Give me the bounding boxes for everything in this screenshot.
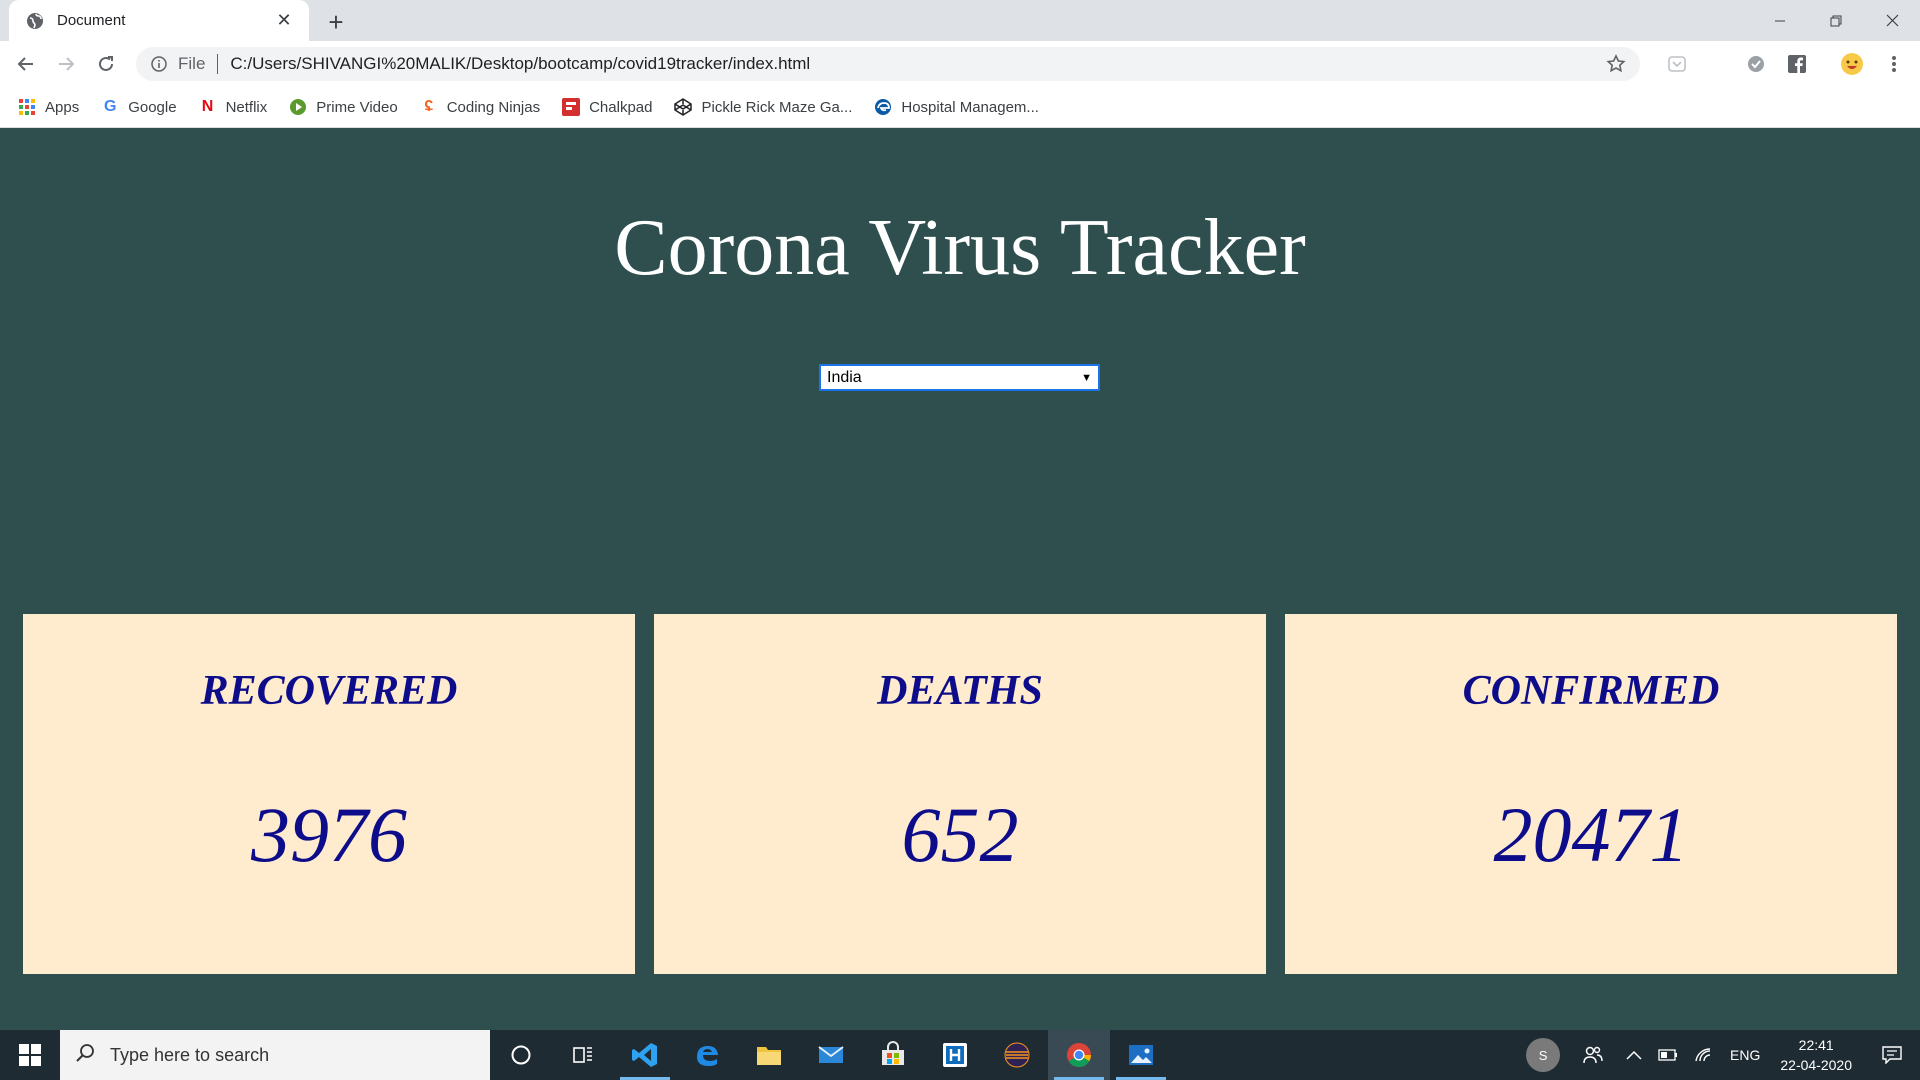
apps-grid-icon <box>18 98 36 116</box>
country-select[interactable]: India ▼ <box>819 364 1100 391</box>
bookmark-google[interactable]: G Google <box>101 98 177 116</box>
card-value: 20471 <box>1493 791 1689 878</box>
bookmark-label: Apps <box>45 98 80 116</box>
bookmark-label: Netflix <box>225 98 268 116</box>
edge-taskbar-icon[interactable] <box>676 1030 738 1080</box>
search-placeholder: Type here to search <box>110 1044 270 1065</box>
page-content: Corona Virus Tracker India ▼ RECOVERED 3… <box>0 128 1920 1030</box>
facebook-extension-icon[interactable] <box>1783 50 1811 78</box>
chrome-menu-icon[interactable] <box>1880 50 1908 78</box>
store-icon[interactable] <box>862 1030 924 1080</box>
bookmark-label: Coding Ninjas <box>446 98 541 116</box>
tab-strip: Document ✕ + <box>0 0 1920 41</box>
edge-icon <box>874 98 892 116</box>
window-controls <box>1752 0 1920 41</box>
mail-icon[interactable] <box>800 1030 862 1080</box>
user-avatar[interactable]: S <box>1518 1030 1568 1080</box>
globe-icon <box>25 11 45 31</box>
pocket-extension-icon[interactable] <box>1663 50 1691 78</box>
url-text[interactable]: C:/Users/SHIVANGI%20MALIK/Desktop/bootca… <box>230 54 810 74</box>
bookmark-label: Google <box>128 98 177 116</box>
clock[interactable]: 22:41 22-04-2020 <box>1768 1035 1864 1075</box>
page-title: Corona Virus Tracker <box>614 204 1306 292</box>
app-icon[interactable] <box>924 1030 986 1080</box>
google-icon: G <box>103 98 117 115</box>
card-label: CONFIRMED <box>1462 668 1720 714</box>
wifi-icon[interactable] <box>1686 1030 1722 1080</box>
avatar: S <box>1526 1038 1561 1072</box>
confirmed-card: CONFIRMED 20471 <box>1285 614 1897 974</box>
netflix-icon: N <box>201 98 214 115</box>
vscode-icon[interactable] <box>614 1030 676 1080</box>
system-tray: S ENG 22:41 22-04-2020 <box>1518 1030 1920 1080</box>
battery-icon[interactable] <box>1650 1030 1686 1080</box>
bookmark-apps[interactable]: Apps <box>18 98 79 116</box>
browser-tab[interactable]: Document ✕ <box>9 0 309 41</box>
language-indicator[interactable]: ENG <box>1722 1030 1768 1080</box>
recovered-card: RECOVERED 3976 <box>23 614 635 974</box>
bookmark-label: Chalkpad <box>589 98 653 116</box>
notification-icon[interactable] <box>1864 1030 1920 1080</box>
taskbar: Type here to search S ENG 22:41 22-04-20… <box>0 1030 1920 1080</box>
bookmark-prime-video[interactable]: Prime Video <box>289 98 398 116</box>
prime-video-icon <box>289 98 307 116</box>
back-arrow-icon[interactable] <box>12 50 40 78</box>
codepen-icon <box>674 98 693 116</box>
chrome-icon[interactable] <box>1048 1030 1110 1080</box>
cortana-icon[interactable] <box>490 1030 552 1080</box>
bookmark-label: Prime Video <box>316 98 398 116</box>
deaths-card: DEATHS 652 <box>654 614 1266 974</box>
tab-title: Document <box>57 12 126 29</box>
card-label: RECOVERED <box>200 668 458 714</box>
reload-icon[interactable] <box>92 50 120 78</box>
card-label: DEATHS <box>877 668 1043 714</box>
profile-avatar[interactable] <box>1838 50 1866 78</box>
address-bar[interactable]: File C:/Users/SHIVANGI%20MALIK/Desktop/b… <box>136 47 1640 81</box>
windows-start-icon[interactable] <box>0 1030 60 1080</box>
info-icon[interactable] <box>150 55 168 73</box>
coding-ninjas-icon: ʢ <box>424 98 434 115</box>
close-tab-icon[interactable]: ✕ <box>273 10 295 32</box>
file-explorer-icon[interactable] <box>738 1030 800 1080</box>
browser-toolbar: File C:/Users/SHIVANGI%20MALIK/Desktop/b… <box>0 41 1920 87</box>
people-icon[interactable] <box>1568 1030 1618 1080</box>
bookmark-pickle-rick[interactable]: Pickle Rick Maze Ga... <box>674 98 852 116</box>
bookmark-star-icon[interactable] <box>1606 54 1626 74</box>
country-select-value: India <box>827 368 862 386</box>
bookmark-chalkpad[interactable]: Chalkpad <box>562 98 652 116</box>
bookmark-label: Pickle Rick Maze Ga... <box>701 98 853 116</box>
clock-date: 22-04-2020 <box>1780 1057 1852 1073</box>
minimize-button[interactable] <box>1752 0 1808 41</box>
card-value: 3976 <box>251 791 407 878</box>
new-tab-button[interactable]: + <box>322 7 350 37</box>
card-value: 652 <box>901 791 1019 878</box>
taskbar-search[interactable]: Type here to search <box>60 1030 490 1080</box>
photos-icon[interactable] <box>1110 1030 1172 1080</box>
bookmark-label: Hospital Managem... <box>901 98 1039 116</box>
chevron-up-icon[interactable] <box>1618 1030 1650 1080</box>
close-window-button[interactable] <box>1864 0 1920 41</box>
eclipse-icon[interactable] <box>986 1030 1048 1080</box>
clock-time: 22:41 <box>1798 1037 1834 1053</box>
url-scheme: File <box>178 54 206 73</box>
restore-button[interactable] <box>1808 0 1864 41</box>
chevron-down-icon: ▼ <box>1081 371 1092 384</box>
bookmark-coding-ninjas[interactable]: ʢ Coding Ninjas <box>420 98 540 116</box>
bookmarks-bar: Apps G Google N Netflix Prime Video ʢ Co… <box>0 87 1920 128</box>
search-icon <box>74 1042 96 1069</box>
extension-badge-icon[interactable] <box>1742 50 1770 78</box>
bookmark-netflix[interactable]: N Netflix <box>199 98 268 116</box>
chalkpad-icon <box>562 98 581 116</box>
forward-arrow-icon[interactable] <box>52 50 80 78</box>
url-divider <box>217 54 219 74</box>
task-view-icon[interactable] <box>552 1030 614 1080</box>
bookmark-hospital[interactable]: Hospital Managem... <box>874 98 1039 116</box>
